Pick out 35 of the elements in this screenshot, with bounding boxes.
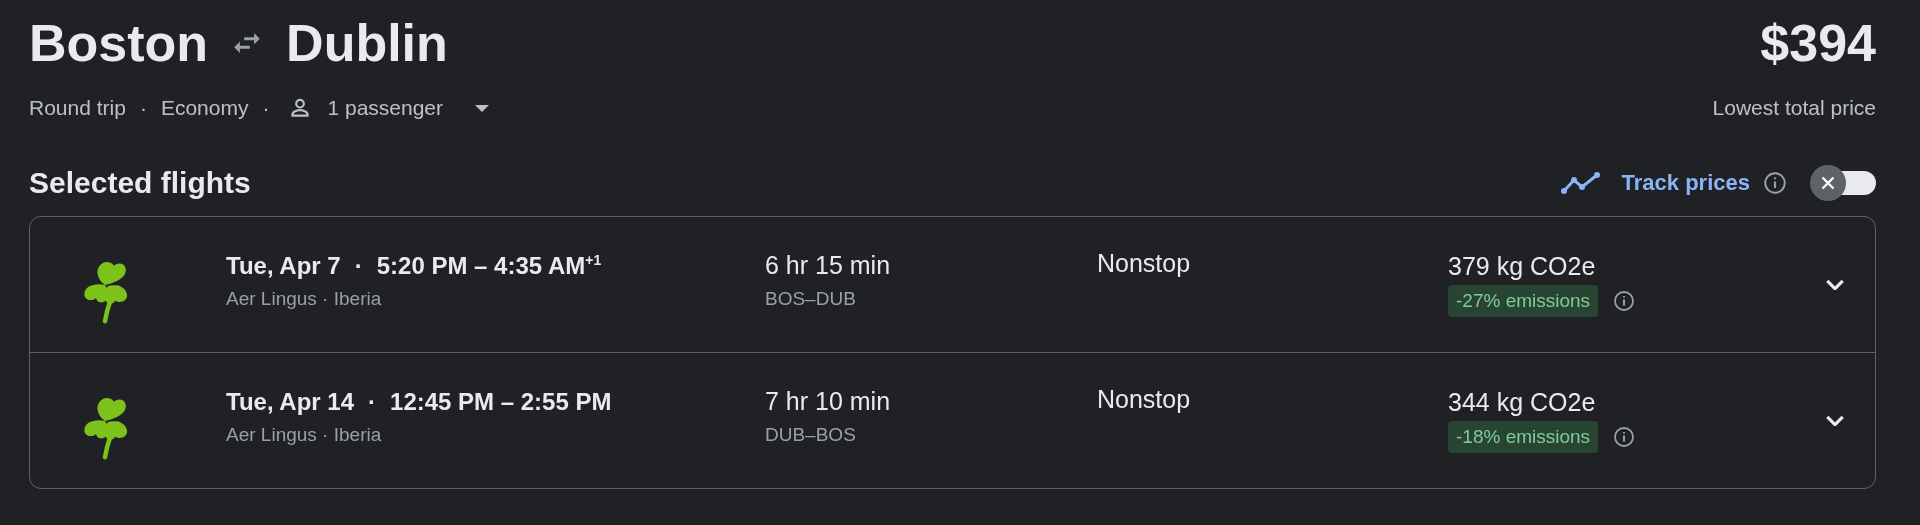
- flight-times: Tue, Apr 14 · 12:45 PM – 2:55 PM: [226, 387, 613, 416]
- origin-city: Boston: [29, 13, 209, 74]
- total-price: $394: [1760, 13, 1876, 73]
- trend-line-icon: [1559, 172, 1602, 194]
- separator-dot: ·: [262, 96, 270, 120]
- flight-row[interactable]: Tue, Apr 7 · 5:20 PM – 4:35 AM$^{+1}$ Aer Lingus · Iberia 6 hr 15 min BOS–DUB Nonstop 379 kg CO2e -27% emissions: [30, 217, 1875, 353]
- airline-names: Aer Lingus · Iberia: [226, 423, 383, 446]
- flight-times: Tue, Apr 7 · 5:20 PM – 4:35 AM$^{+1}$: [226, 251, 603, 280]
- info-icon: [1612, 425, 1637, 449]
- cabin-class[interactable]: Economy: [160, 96, 249, 120]
- chevron-down-icon: [1826, 414, 1844, 427]
- route-codes: BOS–DUB: [765, 288, 857, 310]
- route-codes: DUB–BOS: [765, 424, 857, 446]
- emissions-amount: 379 kg CO2e: [1448, 252, 1597, 281]
- trip-type[interactable]: Round trip: [29, 96, 126, 120]
- destination-city: Dublin: [286, 13, 448, 74]
- separator-dot: ·: [139, 96, 147, 120]
- track-prices-toggle[interactable]: [1810, 165, 1876, 201]
- track-prices-label: Track prices: [1621, 170, 1750, 196]
- info-icon: [1762, 170, 1788, 196]
- price-caption: Lowest total price: [1712, 96, 1876, 120]
- info-icon: [1612, 289, 1637, 313]
- flight-row[interactable]: Tue, Apr 14 · 12:45 PM – 2:55 PM Aer Lingus · Iberia 7 hr 10 min DUB–BOS Nonstop 344 kg CO2e -18% emissions: [30, 353, 1875, 488]
- stops-label: Nonstop: [1097, 249, 1192, 278]
- emissions-amount: 344 kg CO2e: [1448, 388, 1597, 417]
- stops-label: Nonstop: [1097, 385, 1192, 414]
- passenger-dropdown[interactable]: 1 passenger: [283, 95, 496, 121]
- airline-names: Aer Lingus · Iberia: [226, 287, 383, 310]
- emissions-badge: -18% emissions: [1448, 421, 1599, 453]
- section-title: Selected flights: [29, 166, 251, 200]
- flight-duration: 6 hr 15 min: [765, 251, 892, 280]
- flight-duration: 7 hr 10 min: [765, 387, 892, 416]
- caret-icon: [475, 104, 490, 112]
- chevron-down-icon: [1826, 278, 1844, 291]
- emissions-badge: -27% emissions: [1448, 285, 1599, 317]
